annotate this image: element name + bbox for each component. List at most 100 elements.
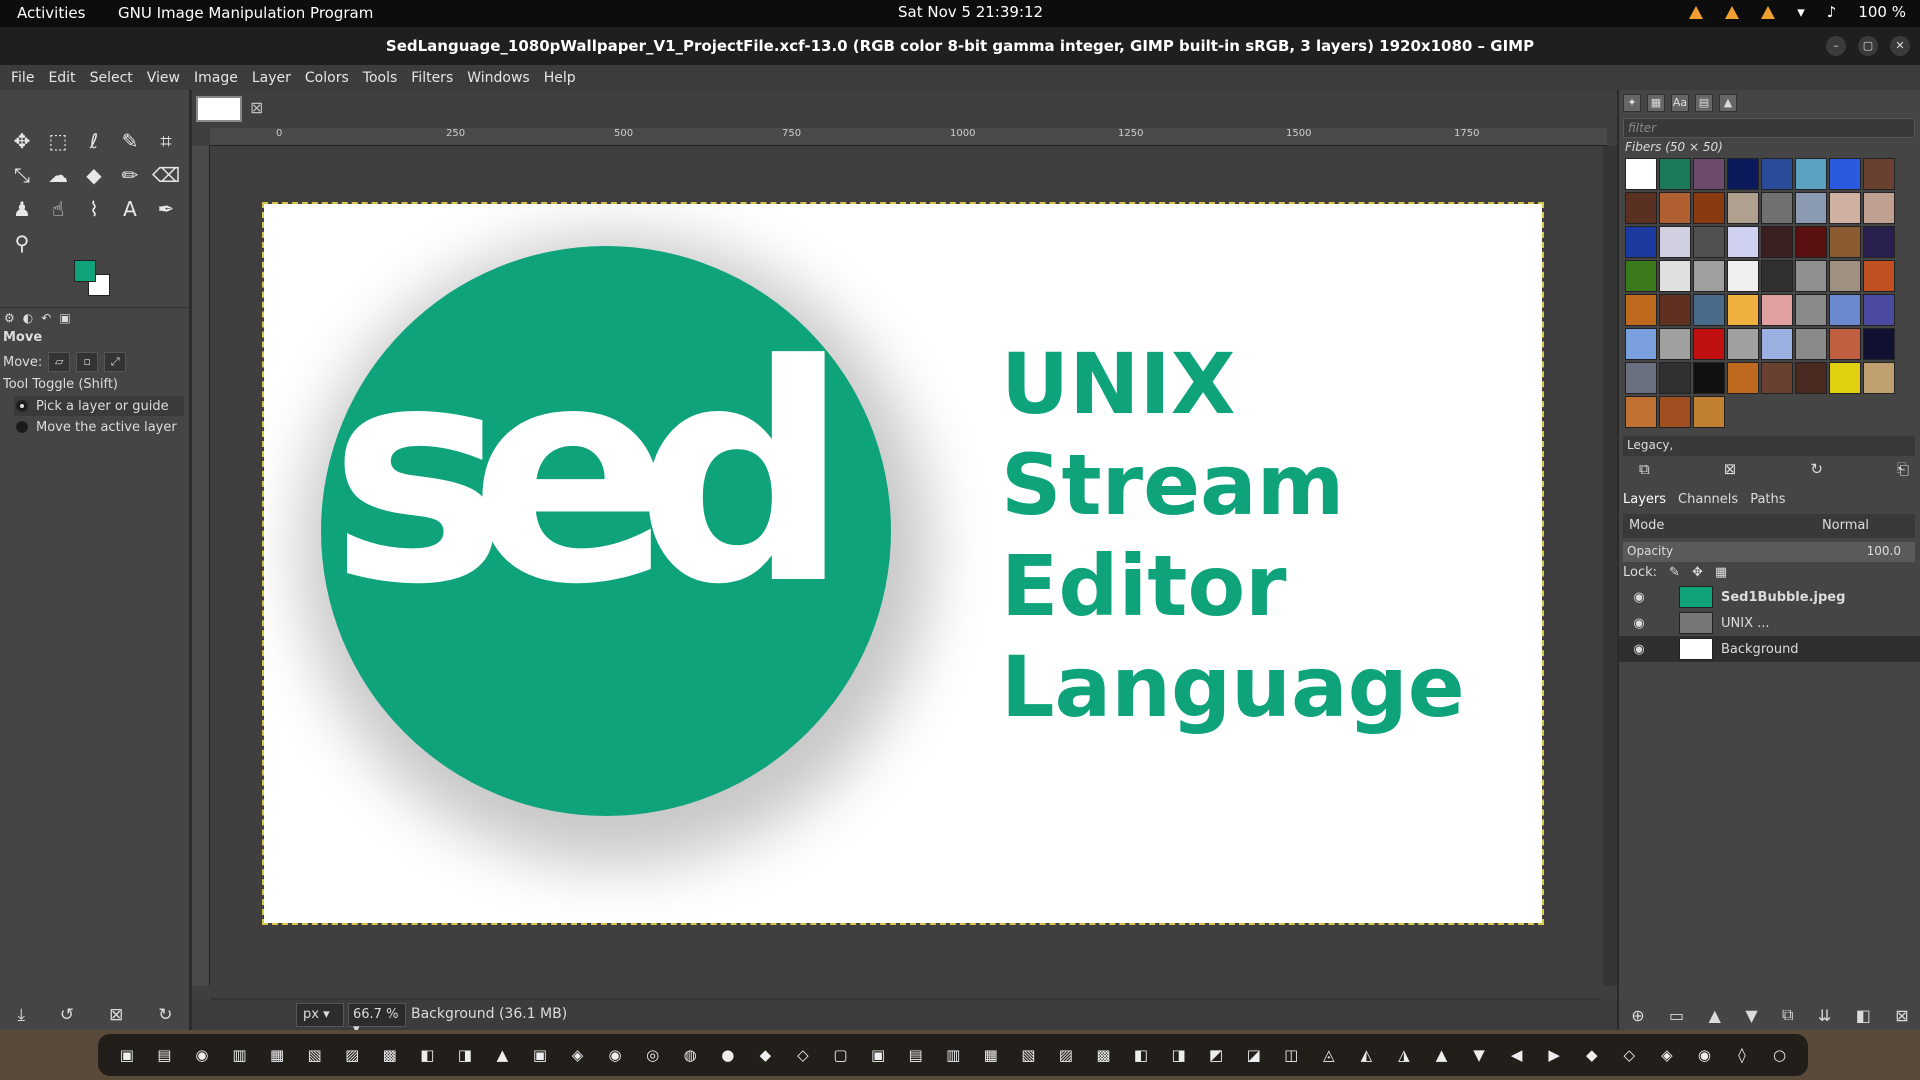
reset-options-icon[interactable]: ↻ (158, 1005, 172, 1025)
lasso-icon[interactable]: ℓ (76, 124, 112, 158)
menu-select[interactable]: Select (83, 70, 140, 86)
text-tool-icon[interactable]: A (112, 192, 148, 226)
taskbar-app-icon[interactable]: ◨ (448, 1040, 482, 1070)
taskbar-app-icon[interactable]: ◇ (1613, 1040, 1647, 1070)
taskbar-app-icon[interactable]: ● (711, 1040, 745, 1070)
pattern-swatch[interactable] (1727, 362, 1759, 394)
taskbar-app-icon[interactable]: ▲ (1425, 1040, 1459, 1070)
layer-row[interactable]: ◉ Sed1Bubble.jpeg (1619, 584, 1920, 610)
taskbar-app-icon[interactable]: ▥ (223, 1040, 257, 1070)
volume-icon[interactable]: ♪ (1827, 3, 1837, 21)
pattern-tag-select[interactable]: Legacy, (1623, 436, 1915, 456)
visibility-eye-icon[interactable]: ◉ (1619, 616, 1659, 631)
duplicate-layer-icon[interactable]: ⧉ (1782, 1005, 1793, 1025)
pattern-swatch[interactable] (1863, 362, 1895, 394)
dynamics-tab-icon[interactable]: ▲ (1719, 94, 1737, 112)
smudge-icon[interactable]: ☝ (40, 192, 76, 226)
layer-name[interactable]: UNIX ... (1721, 616, 1770, 631)
pattern-swatch[interactable] (1863, 158, 1895, 190)
taskbar-app-icon[interactable]: ◎ (636, 1040, 670, 1070)
pattern-swatch[interactable] (1795, 260, 1827, 292)
taskbar-app-icon[interactable]: ◧ (411, 1040, 445, 1070)
pattern-swatch[interactable] (1693, 260, 1725, 292)
pattern-swatch[interactable] (1829, 158, 1861, 190)
pattern-swatch[interactable] (1693, 362, 1725, 394)
lock-alpha-icon[interactable]: ▦ (1715, 565, 1727, 580)
taskbar-app-icon[interactable]: ◆ (749, 1040, 783, 1070)
pattern-swatch[interactable] (1659, 226, 1691, 258)
transform-icon[interactable]: ⤡ (4, 158, 40, 192)
pattern-swatch[interactable] (1693, 294, 1725, 326)
taskbar-app-icon[interactable]: ◧ (1124, 1040, 1158, 1070)
pattern-swatch[interactable] (1727, 226, 1759, 258)
taskbar-app-icon[interactable]: ▤ (148, 1040, 182, 1070)
fuzzy-select-icon[interactable]: ✎ (112, 124, 148, 158)
tab-paths[interactable]: Paths (1750, 492, 1785, 507)
taskbar-app-icon[interactable]: ▧ (298, 1040, 332, 1070)
duplicate-pattern-icon[interactable]: ⧉ (1639, 460, 1650, 478)
taskbar-app-icon[interactable]: ◮ (1387, 1040, 1421, 1070)
warning-icon[interactable] (1761, 5, 1776, 19)
pattern-swatch[interactable] (1761, 294, 1793, 326)
pattern-swatch[interactable] (1761, 158, 1793, 190)
layer-mode-select[interactable]: Mode Normal (1623, 514, 1915, 538)
fonts-tab-icon[interactable]: Aa (1671, 94, 1689, 112)
delete-layer-icon[interactable]: ⊠ (1895, 1006, 1908, 1025)
warning-icon[interactable] (1689, 5, 1704, 19)
pattern-swatch[interactable] (1829, 328, 1861, 360)
wifi-icon[interactable]: ▾ (1797, 3, 1805, 21)
pick-layer-radio[interactable]: Pick a layer or guide (14, 396, 184, 416)
maximize-icon[interactable]: ▢ (1858, 36, 1878, 56)
move-path-icon[interactable]: ⤢ (104, 352, 127, 372)
taskbar-app-icon[interactable]: ◩ (1199, 1040, 1233, 1070)
pattern-swatch[interactable] (1625, 294, 1657, 326)
layer-name[interactable]: Background (1721, 642, 1799, 657)
taskbar-app-icon[interactable]: ▨ (1049, 1040, 1083, 1070)
merge-layer-icon[interactable]: ⇊ (1818, 1006, 1831, 1025)
taskbar-app-icon[interactable]: ▲ (486, 1040, 520, 1070)
pattern-swatch[interactable] (1625, 226, 1657, 258)
pattern-swatch[interactable] (1727, 192, 1759, 224)
taskbar-app-icon[interactable]: ▧ (1012, 1040, 1046, 1070)
new-layer-icon[interactable]: ⊕ (1631, 1006, 1644, 1025)
new-group-icon[interactable]: ▭ (1669, 1006, 1684, 1025)
taskbar-app-icon[interactable]: ▣ (523, 1040, 557, 1070)
layer-name[interactable]: Sed1Bubble.jpeg (1721, 590, 1845, 605)
taskbar-app-icon[interactable]: ◉ (185, 1040, 219, 1070)
menu-view[interactable]: View (140, 70, 187, 86)
battery-level[interactable]: 100 % (1858, 3, 1906, 21)
taskbar-app-icon[interactable]: ◈ (561, 1040, 595, 1070)
move-layer-icon[interactable]: ▱ (48, 352, 71, 372)
warp-icon[interactable]: ☁ (40, 158, 76, 192)
device-status-tab-icon[interactable]: ◐ (23, 311, 33, 325)
restore-options-icon[interactable]: ↺ (60, 1005, 74, 1025)
zoom-icon[interactable]: ⚲ (4, 226, 40, 260)
taskbar-app-icon[interactable]: ◍ (673, 1040, 707, 1070)
pattern-swatch[interactable] (1829, 260, 1861, 292)
lock-position-icon[interactable]: ✥ (1692, 565, 1703, 580)
pattern-swatch[interactable] (1795, 158, 1827, 190)
taskbar-app-icon[interactable]: ▤ (899, 1040, 933, 1070)
taskbar-app-icon[interactable]: ◉ (1688, 1040, 1722, 1070)
pattern-swatch[interactable] (1829, 294, 1861, 326)
lock-pixels-icon[interactable]: ✎ (1669, 565, 1680, 580)
pattern-swatch[interactable] (1659, 294, 1691, 326)
pattern-swatch[interactable] (1693, 226, 1725, 258)
pattern-swatch[interactable] (1863, 260, 1895, 292)
open-as-image-icon[interactable]: ⎗ (1897, 460, 1909, 478)
mask-layer-icon[interactable]: ◧ (1856, 1006, 1871, 1025)
taskbar-app-icon[interactable]: ▥ (936, 1040, 970, 1070)
taskbar-app-icon[interactable]: ▩ (373, 1040, 407, 1070)
rect-select-icon[interactable]: ⬚ (40, 124, 76, 158)
pattern-swatch[interactable] (1659, 260, 1691, 292)
menu-filters[interactable]: Filters (404, 70, 460, 86)
pattern-swatch[interactable] (1625, 362, 1657, 394)
gradients-tab-icon[interactable]: ▤ (1695, 94, 1713, 112)
system-tray[interactable]: ▾ ♪ 100 % (1689, 3, 1906, 21)
raise-layer-icon[interactable]: ▲ (1709, 1006, 1721, 1025)
taskbar-app-icon[interactable]: ▦ (260, 1040, 294, 1070)
move-active-layer-radio[interactable]: Move the active layer (14, 417, 184, 437)
pattern-swatch[interactable] (1795, 362, 1827, 394)
taskbar-app-icon[interactable]: ▣ (861, 1040, 895, 1070)
tool-options-tab-icon[interactable]: ⚙ (4, 311, 15, 325)
